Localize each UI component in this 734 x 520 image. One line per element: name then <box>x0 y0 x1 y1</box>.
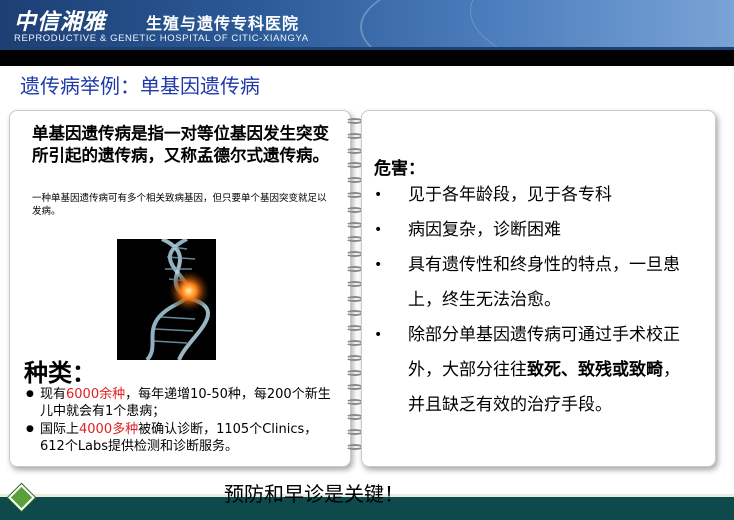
bullet-icon: ● <box>26 424 34 434</box>
hospital-name-cn: 生殖与遗传专科医院 <box>146 14 300 33</box>
harm-item-bold: 致死、致残或致畸 <box>527 360 663 380</box>
bullet-icon: • <box>374 327 383 343</box>
definition-text: 单基因遗传病是指一对等位基因发生突变所引起的遗传病，又称孟德尔式遗传病。 <box>32 124 329 165</box>
bullet-icon: • <box>374 187 383 203</box>
harm-item-text: 见于各年龄段，见于各专科 <box>408 185 612 205</box>
types-item-highlight: 6000余种 <box>66 387 126 402</box>
harm-title: 危害： <box>374 159 425 179</box>
types-title: 种类： <box>24 359 96 387</box>
header-swoosh-decoration <box>470 0 734 47</box>
harm-item-3: • 具有遗传性和终身性的特点，一旦患上，终生无法治愈。 <box>374 248 694 318</box>
dna-helix-icon <box>117 237 216 362</box>
harm-item-4: • 除部分单基因遗传病可通过手术校正外，大部分往往致死、致残或致畸，并且缺乏有效… <box>374 318 694 423</box>
bullet-icon: ● <box>26 389 34 399</box>
key-message: 预防和早诊是关键！ <box>224 482 404 506</box>
types-item-text: 国际上4000多种被确认诊断，1105个Clinics，612个Labs提供检测… <box>26 421 341 455</box>
hospital-logo: 中信湘雅 <box>14 9 107 35</box>
hospital-name-en: REPRODUCTIVE & GENETIC HOSPITAL OF CITIC… <box>14 33 309 44</box>
bullet-icon: • <box>374 257 383 273</box>
types-item-highlight: 4000多种 <box>79 422 139 437</box>
header-black-bar <box>0 47 734 66</box>
types-item-pre: 国际上 <box>40 422 80 437</box>
header-strip <box>0 47 734 50</box>
harm-item-text: 除部分单基因遗传病可通过手术校正外，大部分往往致死、致残或致畸，并且缺乏有效的治… <box>374 318 694 423</box>
harm-item-text: 病因复杂，诊断困难 <box>408 220 561 240</box>
types-item-pre: 现有 <box>40 387 67 402</box>
types-item-text: 现有6000余种，每年递增10-50种，每200个新生儿中就会有1个患病； <box>26 386 341 420</box>
slide-title: 遗传病举例：单基因遗传病 <box>20 74 260 98</box>
harm-item-text: 具有遗传性和终身性的特点，一旦患上，终生无法治愈。 <box>408 255 680 310</box>
harm-item-2: • 病因复杂，诊断困难 <box>374 213 694 248</box>
dna-helix-image <box>117 237 216 362</box>
definition-note: 一种单基因遗传病可有多个相关致病基因，但只要单个基因突变就足以发病。 <box>32 193 327 217</box>
harm-item-1: • 见于各年龄段，见于各专科 <box>374 178 694 213</box>
hospital-header: 中信湘雅 生殖与遗传专科医院 REPRODUCTIVE & GENETIC HO… <box>0 0 734 47</box>
types-item-1: ● 现有6000余种，每年递增10-50种，每200个新生儿中就会有1个患病； <box>26 386 341 420</box>
bullet-icon: • <box>374 222 383 238</box>
types-item-2: ● 国际上4000多种被确认诊断，1105个Clinics，612个Labs提供… <box>26 421 341 455</box>
